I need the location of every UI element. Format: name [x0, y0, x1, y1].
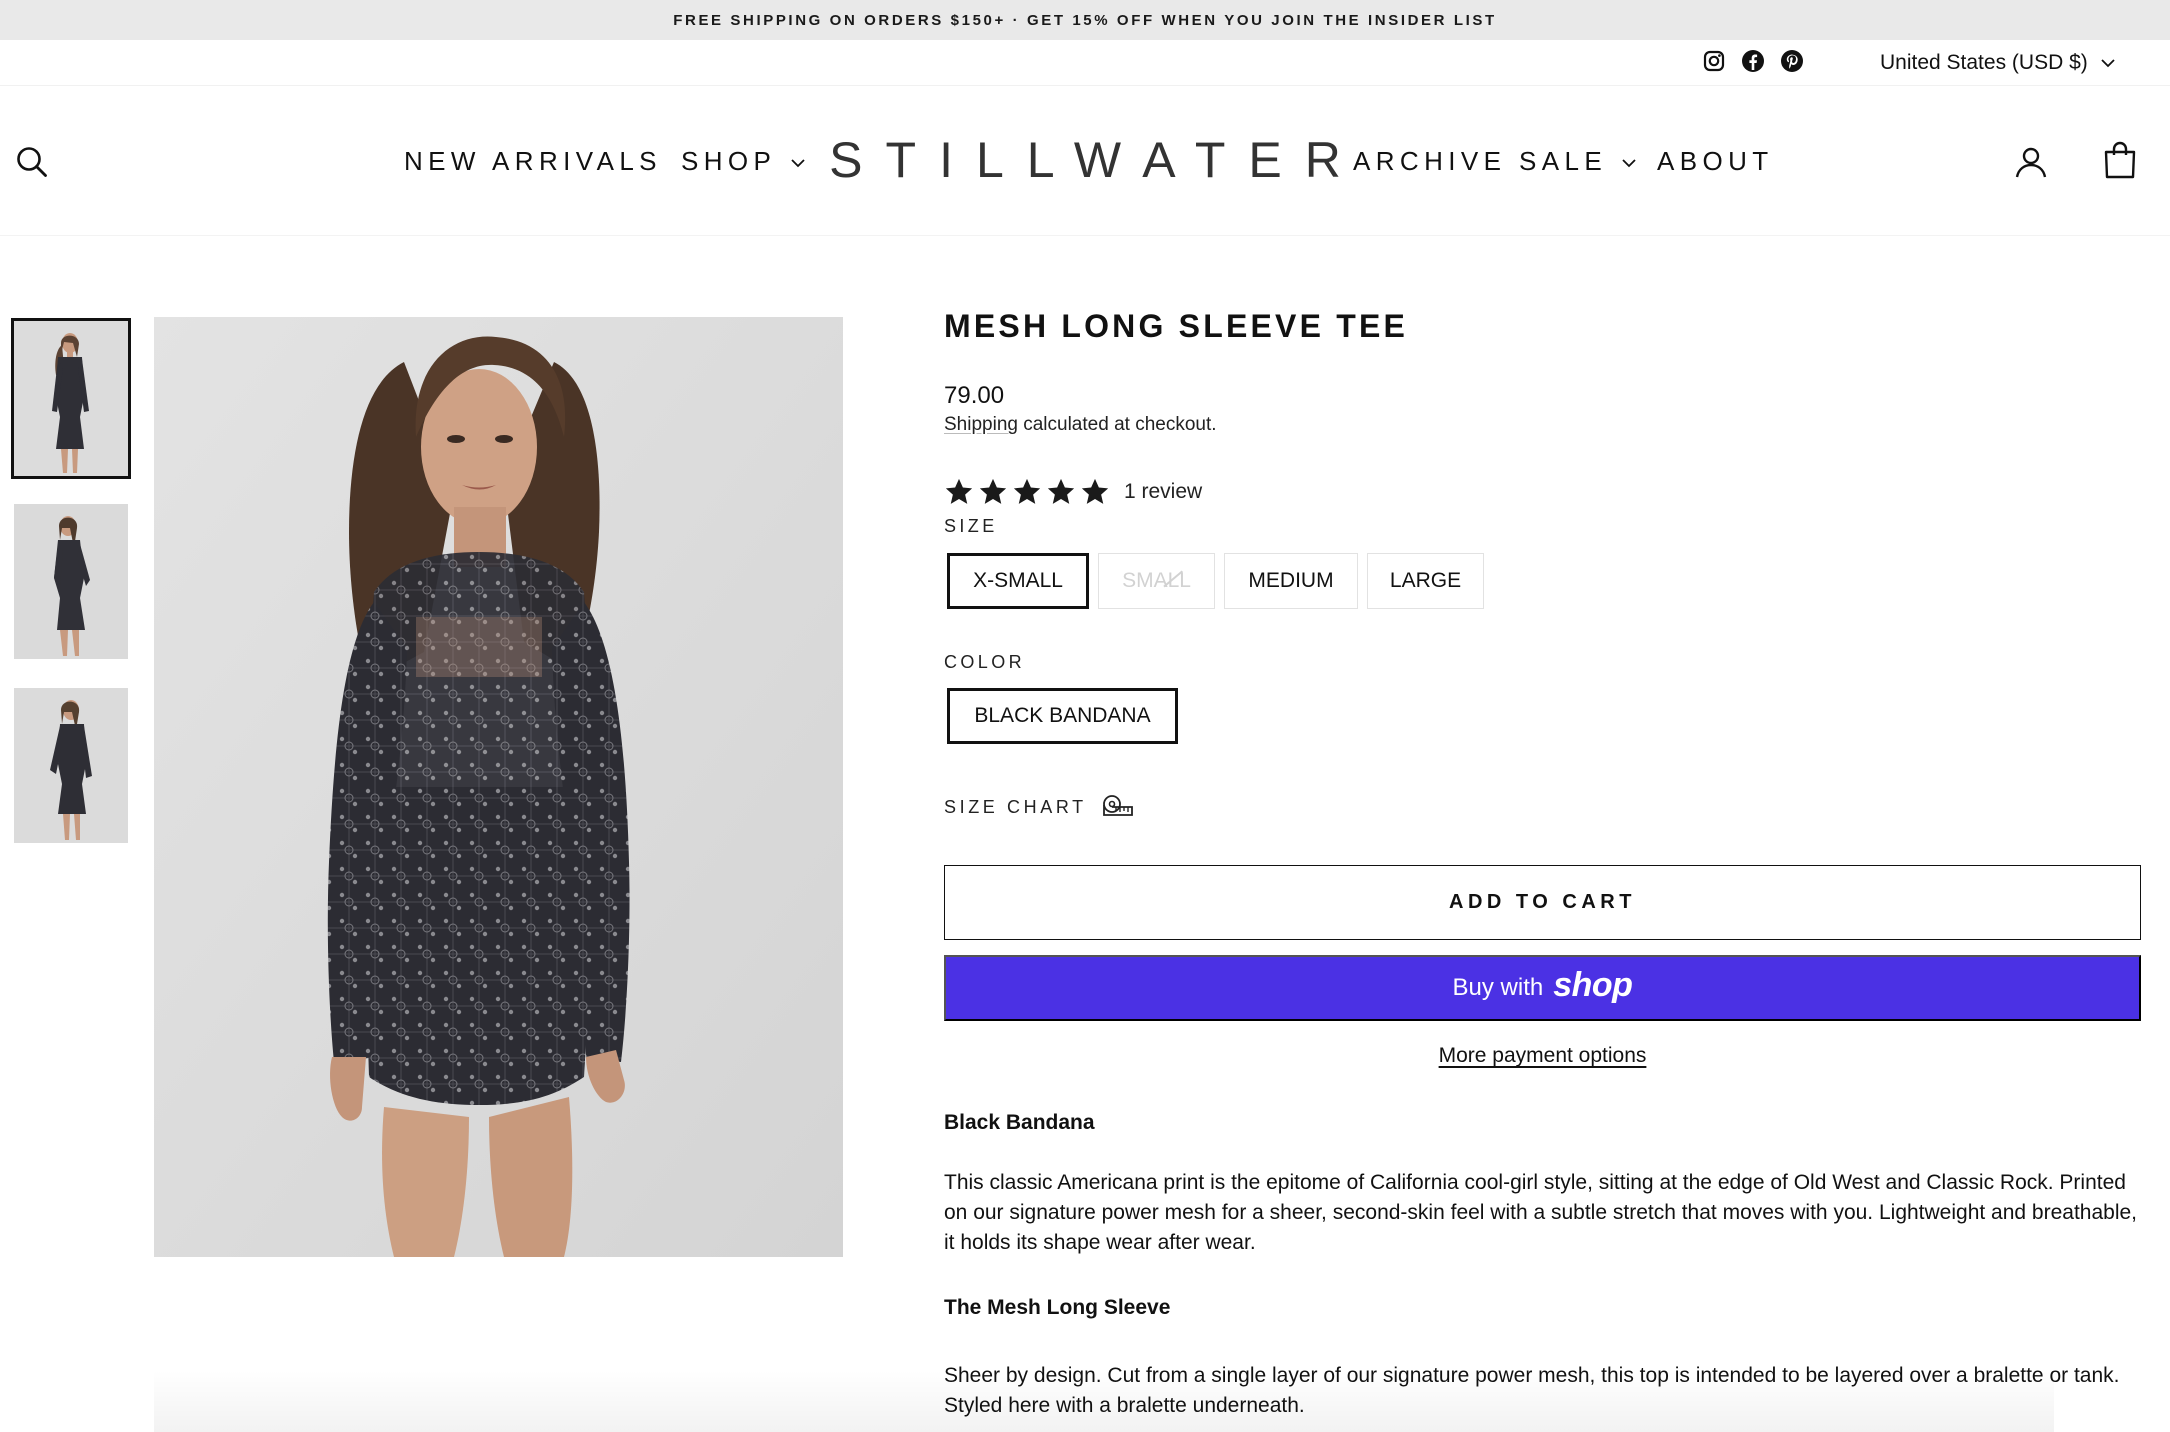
- size-option-small[interactable]: SMALL: [1098, 553, 1215, 609]
- description-heading-1: Black Bandana: [944, 1111, 1095, 1134]
- logo-text: STILLWATER: [829, 132, 1364, 188]
- shop-pay-logo: shop: [1553, 965, 1633, 1004]
- shipping-note: Shipping calculated at checkout.: [944, 414, 1217, 436]
- nav-about[interactable]: ABOUT: [1657, 143, 1774, 179]
- more-payment-options: More payment options: [944, 1044, 2141, 1068]
- size-option-label: SMALL: [1122, 569, 1191, 592]
- announcement-text: FREE SHIPPING ON ORDERS $150+ · GET 15% …: [673, 11, 1497, 29]
- currency-label: United States (USD $): [1880, 51, 2088, 74]
- currency-selector[interactable]: United States (USD $): [1880, 47, 2116, 79]
- product-thumbnail-1[interactable]: [11, 318, 131, 479]
- star-icon: [1047, 478, 1075, 504]
- color-label: COLOR: [944, 652, 1026, 672]
- size-option-large[interactable]: LARGE: [1367, 553, 1484, 609]
- size-chart-label: SIZE CHART: [944, 796, 1087, 817]
- star-icon: [1081, 478, 1109, 504]
- size-option-label: MEDIUM: [1248, 569, 1334, 592]
- product-title: MESH LONG SLEEVE TEE: [944, 308, 1409, 344]
- description-paragraph-1: This classic Americana print is the epit…: [944, 1171, 2138, 1254]
- utility-bar: [0, 40, 2170, 86]
- shipping-text: calculated at checkout.: [1017, 414, 1217, 435]
- chevron-down-icon: [1622, 159, 1636, 168]
- more-payment-link[interactable]: More payment options: [1439, 1044, 1647, 1067]
- nav-about-label: ABOUT: [1657, 145, 1774, 176]
- account-icon[interactable]: [2012, 142, 2050, 182]
- description-heading-2: The Mesh Long Sleeve: [944, 1296, 1171, 1319]
- size-chart-link[interactable]: SIZE CHART: [944, 792, 1135, 822]
- color-option-black-bandana[interactable]: BLACK BANDANA: [947, 688, 1178, 744]
- announcement-bar: FREE SHIPPING ON ORDERS $150+ · GET 15% …: [0, 0, 2170, 40]
- instagram-icon[interactable]: [1701, 48, 1727, 74]
- color-option-label: BLACK BANDANA: [974, 704, 1151, 727]
- size-option-x-small[interactable]: X-SMALL: [947, 553, 1089, 609]
- buy-with-label: Buy with: [1452, 974, 1544, 1001]
- add-to-cart-button[interactable]: ADD TO CART: [944, 865, 2141, 940]
- nav-shop[interactable]: SHOP: [681, 143, 806, 179]
- size-option-label: X-SMALL: [973, 569, 1063, 592]
- site-logo[interactable]: STILLWATER: [829, 124, 1341, 196]
- product-rating[interactable]: 1 review: [944, 474, 1202, 510]
- size-option-label: LARGE: [1389, 569, 1462, 592]
- product-price: 79.00: [944, 382, 1005, 409]
- nav-archive-sale[interactable]: ARCHIVE SALE: [1353, 143, 1637, 179]
- size-option-medium[interactable]: MEDIUM: [1224, 553, 1358, 609]
- shipping-link[interactable]: Shipping: [944, 414, 1018, 435]
- product-thumbnail-2[interactable]: [14, 504, 128, 659]
- description-paragraph-2: Sheer by design. Cut from a single layer…: [944, 1364, 2120, 1417]
- pinterest-icon[interactable]: [1779, 48, 1805, 74]
- size-label: SIZE: [944, 516, 998, 536]
- search-icon[interactable]: [12, 142, 52, 182]
- chevron-down-icon: [2101, 59, 2115, 68]
- nav-new-arrivals[interactable]: NEW ARRIVALS: [404, 143, 662, 179]
- cart-icon[interactable]: [2100, 138, 2140, 182]
- buy-with-shop-button[interactable]: Buy with shop: [944, 955, 2141, 1021]
- product-thumbnail-3[interactable]: [14, 688, 128, 843]
- nav-shop-label: SHOP: [681, 145, 777, 176]
- star-icon: [979, 478, 1007, 504]
- product-main-image[interactable]: [154, 317, 843, 1257]
- star-icon: [945, 478, 973, 504]
- nav-new-arrivals-label: NEW ARRIVALS: [404, 145, 662, 176]
- measuring-tape-icon: [1102, 795, 1133, 816]
- nav-archive-sale-label: ARCHIVE SALE: [1353, 145, 1608, 176]
- star-icon: [1013, 478, 1041, 504]
- facebook-icon[interactable]: [1740, 48, 1766, 74]
- review-count: 1 review: [1124, 480, 1203, 503]
- add-to-cart-label: ADD TO CART: [1449, 891, 1636, 913]
- chevron-down-icon: [791, 159, 805, 168]
